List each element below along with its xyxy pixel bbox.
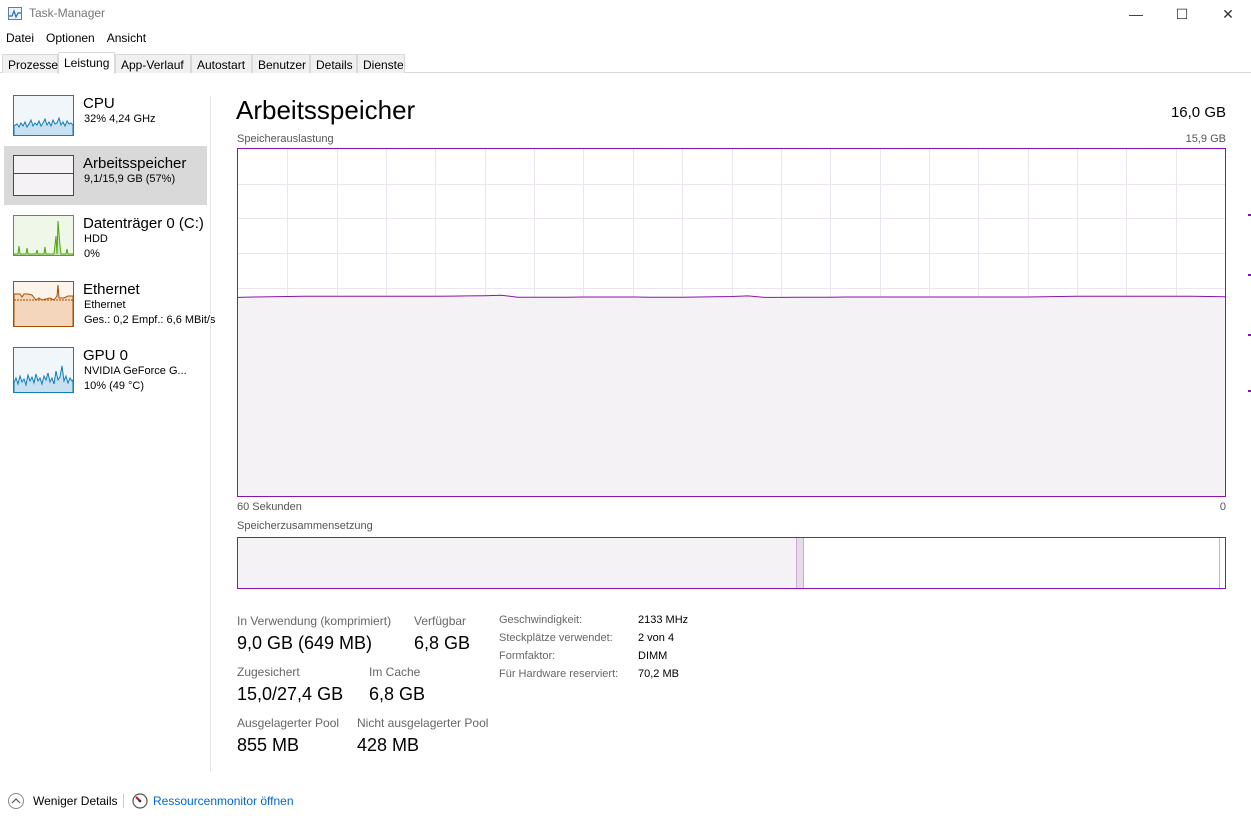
task-manager-icon xyxy=(8,7,22,20)
nonpaged-pool-label: Nicht ausgelagerter Pool xyxy=(357,716,489,730)
menu-optionen[interactable]: Optionen xyxy=(40,29,101,48)
paged-pool-value: 855 MB xyxy=(237,735,300,755)
resource-title: Arbeitsspeicher xyxy=(83,155,187,172)
tab-app-verlauf[interactable]: App-Verlauf xyxy=(115,54,191,73)
resource-title: Ethernet xyxy=(83,281,140,298)
title-bar: Task-Manager — ☐ ✕ xyxy=(0,0,1251,28)
resource-detail: Ges.: 0,2 Empf.: 6,6 MBit/s xyxy=(84,314,216,326)
memory-composition-bar xyxy=(237,537,1226,589)
hardware-reserved-value: 70,2 MB xyxy=(638,668,679,680)
composition-free xyxy=(1219,538,1225,588)
menu-datei[interactable]: Datei xyxy=(0,29,40,48)
resource-list: CPU 32% 4,24 GHz Arbeitsspeicher 9,1/15,… xyxy=(0,90,215,776)
resource-item-cpu[interactable]: CPU 32% 4,24 GHz xyxy=(4,90,207,149)
resource-detail: 32% 4,24 GHz xyxy=(84,113,156,125)
minimize-button[interactable]: — xyxy=(1113,0,1159,28)
tab-dienste[interactable]: Dienste xyxy=(357,54,405,73)
composition-label: Speicherzusammensetzung xyxy=(237,520,373,532)
memory-usage-graph xyxy=(237,148,1226,497)
tab-prozesse[interactable]: Prozesse xyxy=(2,54,58,73)
fewer-details-button[interactable]: Weniger Details xyxy=(33,794,117,808)
ethernet-thumbnail-graph xyxy=(13,281,74,327)
resource-item-ethernet[interactable]: Ethernet Ethernet Ges.: 0,2 Empf.: 6,6 M… xyxy=(4,276,215,335)
committed-value: 15,0/27,4 GB xyxy=(237,684,344,704)
nonpaged-pool-value: 428 MB xyxy=(357,735,420,755)
memory-usage-area xyxy=(238,295,1225,496)
composition-in-use xyxy=(238,538,796,588)
slots-label: Steckplätze verwendet: xyxy=(499,632,613,644)
tab-bar: Prozesse Leistung App-Verlauf Autostart … xyxy=(0,52,1251,74)
tab-leistung[interactable]: Leistung xyxy=(58,52,115,74)
panel-divider xyxy=(210,96,211,772)
resource-monitor-icon[interactable] xyxy=(132,793,148,809)
speed-value: 2133 MHz xyxy=(638,614,689,626)
usage-graph-label: Speicherauslastung xyxy=(237,133,334,145)
cached-label: Im Cache xyxy=(369,665,421,679)
graph-time-start: 60 Sekunden xyxy=(237,501,302,513)
resource-detail: 0% xyxy=(84,248,100,260)
resource-title: Datenträger 0 (C:) xyxy=(83,215,204,232)
resource-monitor-link[interactable]: Ressourcenmonitor öffnen xyxy=(153,794,294,808)
resource-detail: 9,1/15,9 GB (57%) xyxy=(84,173,176,185)
graph-time-end: 0 xyxy=(1219,501,1226,513)
resource-item-disk[interactable]: Datenträger 0 (C:) HDD 0% xyxy=(4,210,207,269)
cpu-thumbnail-graph xyxy=(13,95,74,136)
committed-label: Zugesichert xyxy=(237,665,300,679)
footer: Weniger Details Ressourcenmonitor öffnen xyxy=(0,790,1251,814)
maximize-button[interactable]: ☐ xyxy=(1159,0,1205,28)
resource-item-gpu[interactable]: GPU 0 NVIDIA GeForce G... 10% (49 °C) xyxy=(4,342,207,401)
tab-details[interactable]: Details xyxy=(310,54,357,73)
page-title: Arbeitsspeicher xyxy=(236,95,416,125)
window-title: Task-Manager xyxy=(29,6,106,20)
footer-divider xyxy=(123,794,124,808)
gpu-thumbnail-graph xyxy=(13,347,74,393)
available-label: Verfügbar xyxy=(414,614,467,628)
form-factor-label: Formfaktor: xyxy=(499,650,556,662)
chevron-up-icon[interactable] xyxy=(8,793,24,809)
in-use-value: 9,0 GB (649 MB) xyxy=(237,633,373,653)
resource-title: GPU 0 xyxy=(83,347,129,364)
in-use-label: In Verwendung (komprimiert) xyxy=(237,614,392,628)
tab-benutzer[interactable]: Benutzer xyxy=(252,54,310,73)
memory-thumbnail-graph xyxy=(13,155,74,196)
disk-thumbnail-graph xyxy=(13,215,74,256)
resource-detail: HDD xyxy=(84,233,108,245)
resource-detail: NVIDIA GeForce G... xyxy=(84,365,187,377)
resource-detail: Ethernet xyxy=(84,299,126,311)
menu-bar: Datei Optionen Ansicht xyxy=(0,29,152,48)
hardware-reserved-label: Für Hardware reserviert: xyxy=(499,668,619,680)
resource-item-memory[interactable]: Arbeitsspeicher 9,1/15,9 GB (57%) xyxy=(4,146,207,205)
total-memory: 16,0 GB xyxy=(1170,104,1226,121)
paged-pool-label: Ausgelagerter Pool xyxy=(237,716,340,730)
resource-title: CPU xyxy=(83,95,115,112)
cached-value: 6,8 GB xyxy=(369,684,426,704)
slots-value: 2 von 4 xyxy=(638,632,675,644)
composition-modified xyxy=(796,538,804,588)
form-factor-value: DIMM xyxy=(638,650,668,662)
available-value: 6,8 GB xyxy=(414,633,471,653)
resource-detail: 10% (49 °C) xyxy=(84,380,145,392)
menu-ansicht[interactable]: Ansicht xyxy=(101,29,152,48)
composition-standby xyxy=(804,538,1219,588)
usage-graph-max: 15,9 GB xyxy=(1185,133,1226,145)
close-button[interactable]: ✕ xyxy=(1205,0,1251,28)
speed-label: Geschwindigkeit: xyxy=(499,614,583,626)
tab-autostart[interactable]: Autostart xyxy=(191,54,252,73)
